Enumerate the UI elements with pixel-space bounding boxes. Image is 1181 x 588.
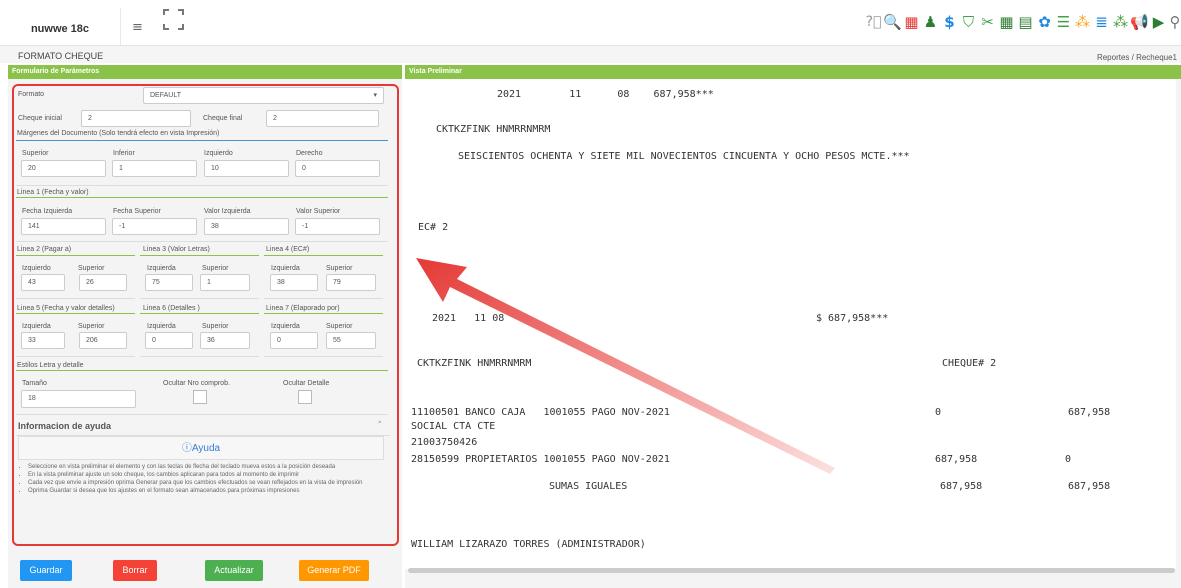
- annotation-arrow: [416, 258, 835, 474]
- arrow-shape: [416, 258, 835, 474]
